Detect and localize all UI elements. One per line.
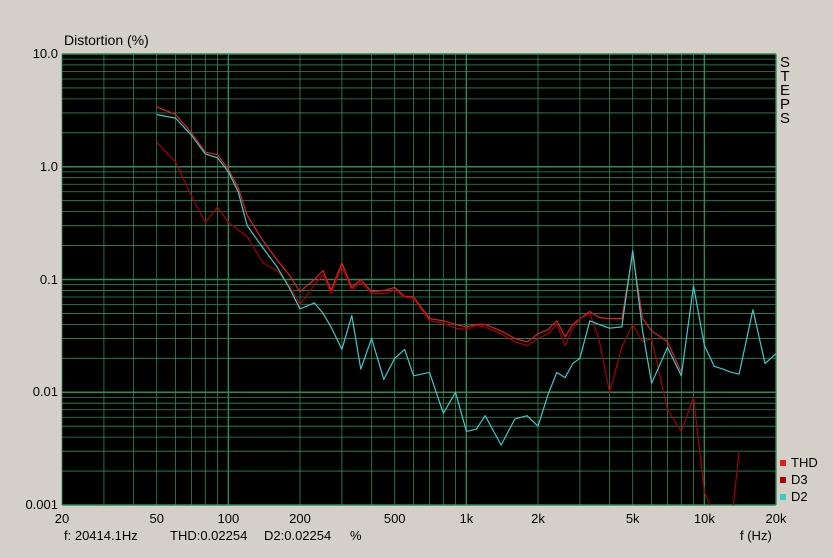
x-tick-label: 50 bbox=[149, 511, 164, 526]
x-tick-label: 200 bbox=[289, 511, 311, 526]
legend-label-d2: D2 bbox=[791, 489, 808, 504]
x-tick-label: 10k bbox=[693, 511, 715, 526]
legend-label-d3: D3 bbox=[791, 472, 808, 487]
y-tick-label: 0.01 bbox=[32, 384, 58, 400]
legend-item-thd[interactable]: THD bbox=[780, 454, 818, 471]
status-d2: D2:0.02254 bbox=[264, 528, 332, 543]
status-frequency: f: 20414.1Hz bbox=[64, 528, 138, 543]
legend-label-thd: THD bbox=[791, 455, 818, 470]
y-tick-label: 0.001 bbox=[25, 497, 58, 512]
legend-swatch-d2 bbox=[780, 493, 786, 500]
distortion-chart bbox=[61, 53, 777, 506]
steps-letter: S bbox=[779, 110, 790, 127]
y-tick-label: 0.1 bbox=[39, 271, 58, 287]
status-thd: THD:0.02254 bbox=[170, 528, 248, 543]
steps-label: S T E P S bbox=[778, 55, 792, 127]
legend-item-d3[interactable]: D3 bbox=[780, 471, 818, 488]
x-axis-label: f (Hz) bbox=[740, 528, 772, 543]
legend: THD D3 D2 bbox=[780, 454, 818, 505]
x-tick-label: 100 bbox=[217, 511, 240, 526]
x-tick-label: 2k bbox=[531, 511, 545, 526]
legend-swatch-d3 bbox=[780, 476, 786, 483]
x-tick-label: 20 bbox=[54, 511, 70, 526]
x-tick-label: 20k bbox=[765, 511, 787, 526]
y-axis-label: Distortion (%) bbox=[64, 32, 149, 48]
y-tick-label: 1.0 bbox=[39, 158, 58, 174]
legend-item-d2[interactable]: D2 bbox=[780, 488, 818, 505]
y-tick-label: 10.0 bbox=[32, 46, 58, 61]
x-tick-label: 1k bbox=[459, 511, 474, 526]
x-tick-label: 5k bbox=[625, 511, 640, 526]
status-unit: % bbox=[350, 528, 362, 543]
x-tick-label: 500 bbox=[383, 511, 406, 526]
legend-swatch-thd bbox=[780, 459, 786, 466]
